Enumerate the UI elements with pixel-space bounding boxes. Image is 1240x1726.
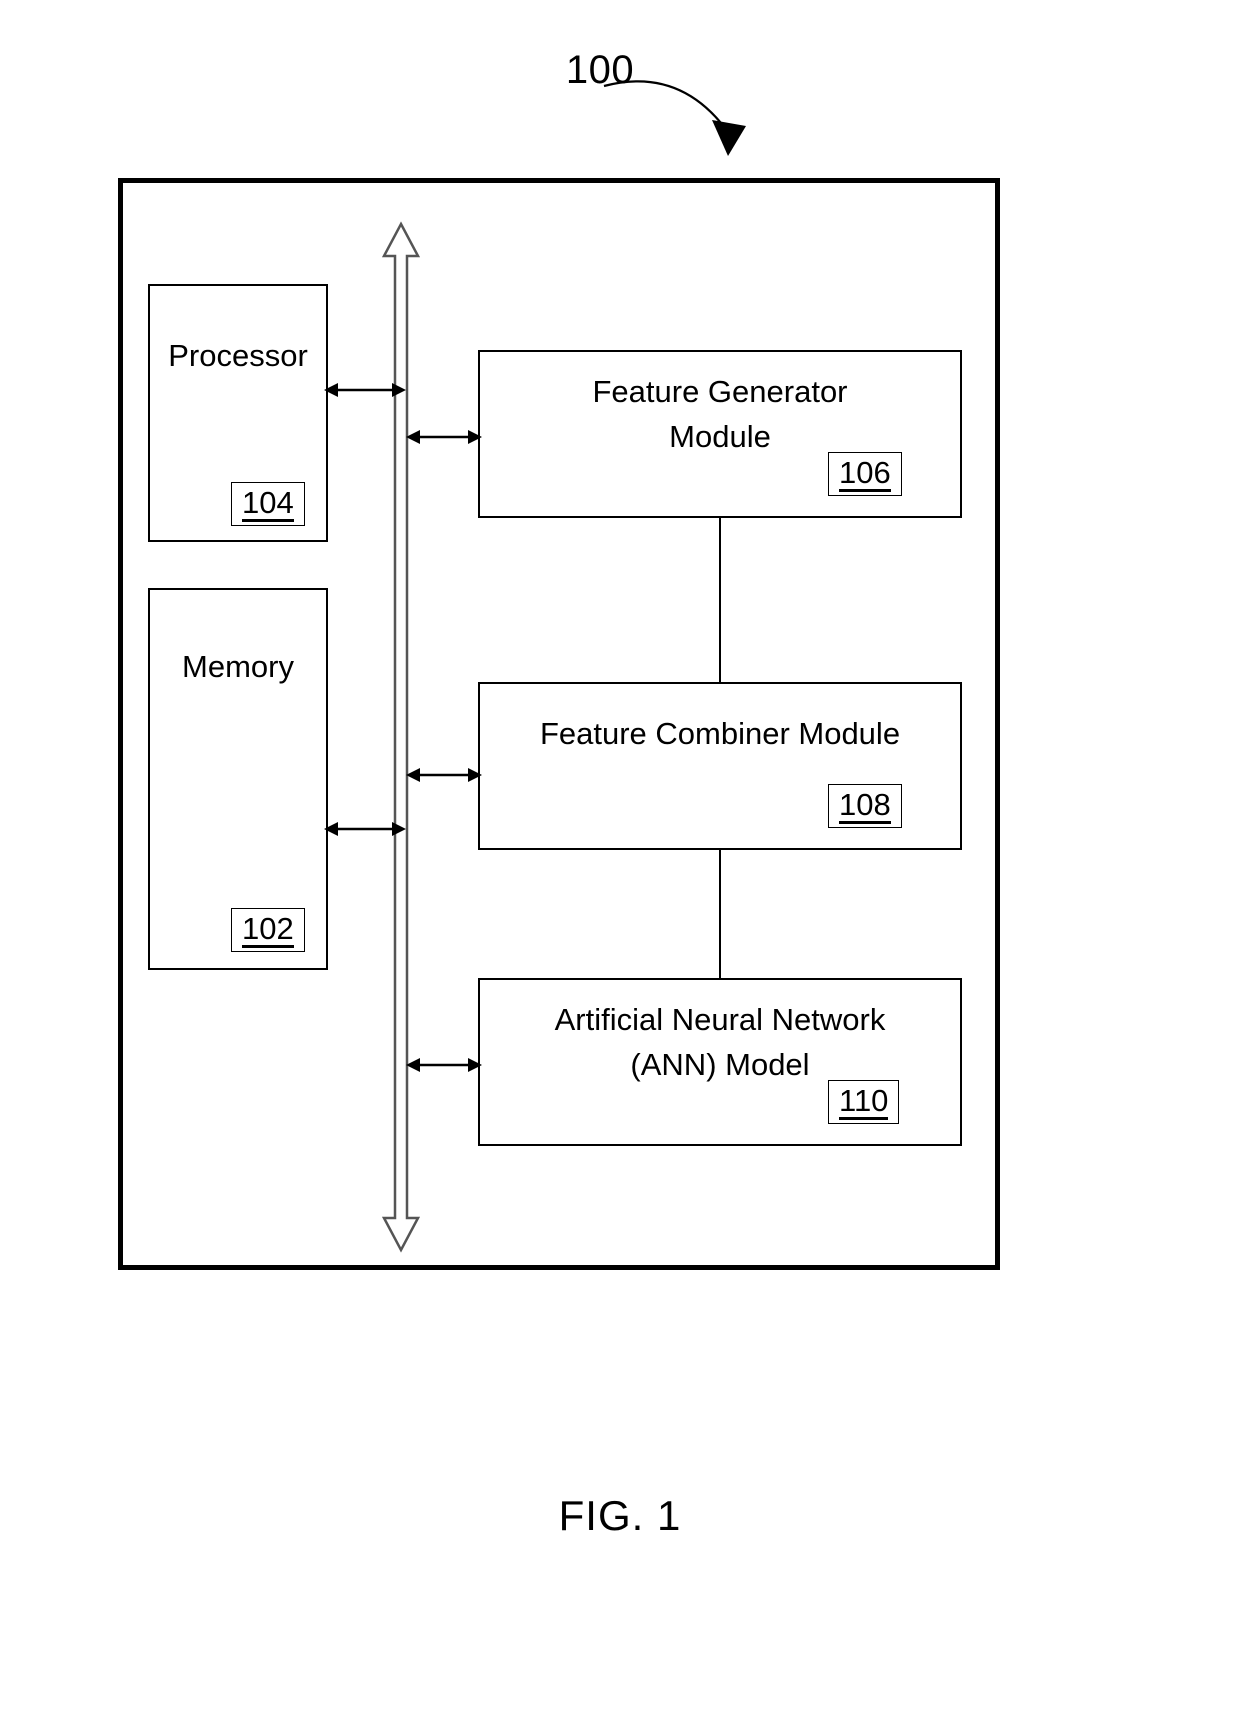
feature-generator-module-label: Feature Generator Module [592, 374, 848, 454]
patent-figure: 100 Processor 104 Memory 102 Feature Gen… [0, 0, 1240, 1726]
processor-bus-connector [324, 383, 406, 397]
feature-generator-module-box: Feature Generator Module 106 [478, 350, 962, 518]
ann-model-reference-tag: 110 [828, 1080, 900, 1124]
bus-feature-generator-connector [406, 430, 482, 444]
bus-ann-model-connector [406, 1058, 482, 1072]
processor-reference-tag: 104 [231, 482, 305, 526]
processor-reference-number: 104 [242, 485, 294, 522]
figure-caption: FIG. 1 [558, 1492, 682, 1539]
memory-reference-number: 102 [242, 911, 294, 948]
memory-box: Memory 102 [148, 588, 328, 970]
leader-arrow-icon [603, 80, 746, 156]
ann-model-label: Artificial Neural Network (ANN) Model [554, 1002, 886, 1082]
feature-generator-reference-number: 106 [839, 455, 891, 492]
memory-reference-tag: 102 [231, 908, 305, 952]
generator-combiner-link [719, 518, 721, 682]
bus-feature-combiner-connector [406, 768, 482, 782]
processor-box: Processor 104 [148, 284, 328, 542]
ann-model-reference-number: 110 [839, 1083, 889, 1120]
feature-combiner-reference-number: 108 [839, 787, 891, 824]
feature-generator-reference-tag: 106 [828, 452, 902, 496]
feature-combiner-reference-tag: 108 [828, 784, 902, 828]
feature-combiner-module-box: Feature Combiner Module 108 [478, 682, 962, 850]
processor-label: Processor [168, 338, 308, 373]
memory-label: Memory [182, 649, 294, 684]
combiner-ann-link [719, 850, 721, 978]
ann-model-box: Artificial Neural Network (ANN) Model 11… [478, 978, 962, 1146]
feature-combiner-module-label: Feature Combiner Module [539, 716, 901, 751]
memory-bus-connector [324, 822, 406, 836]
